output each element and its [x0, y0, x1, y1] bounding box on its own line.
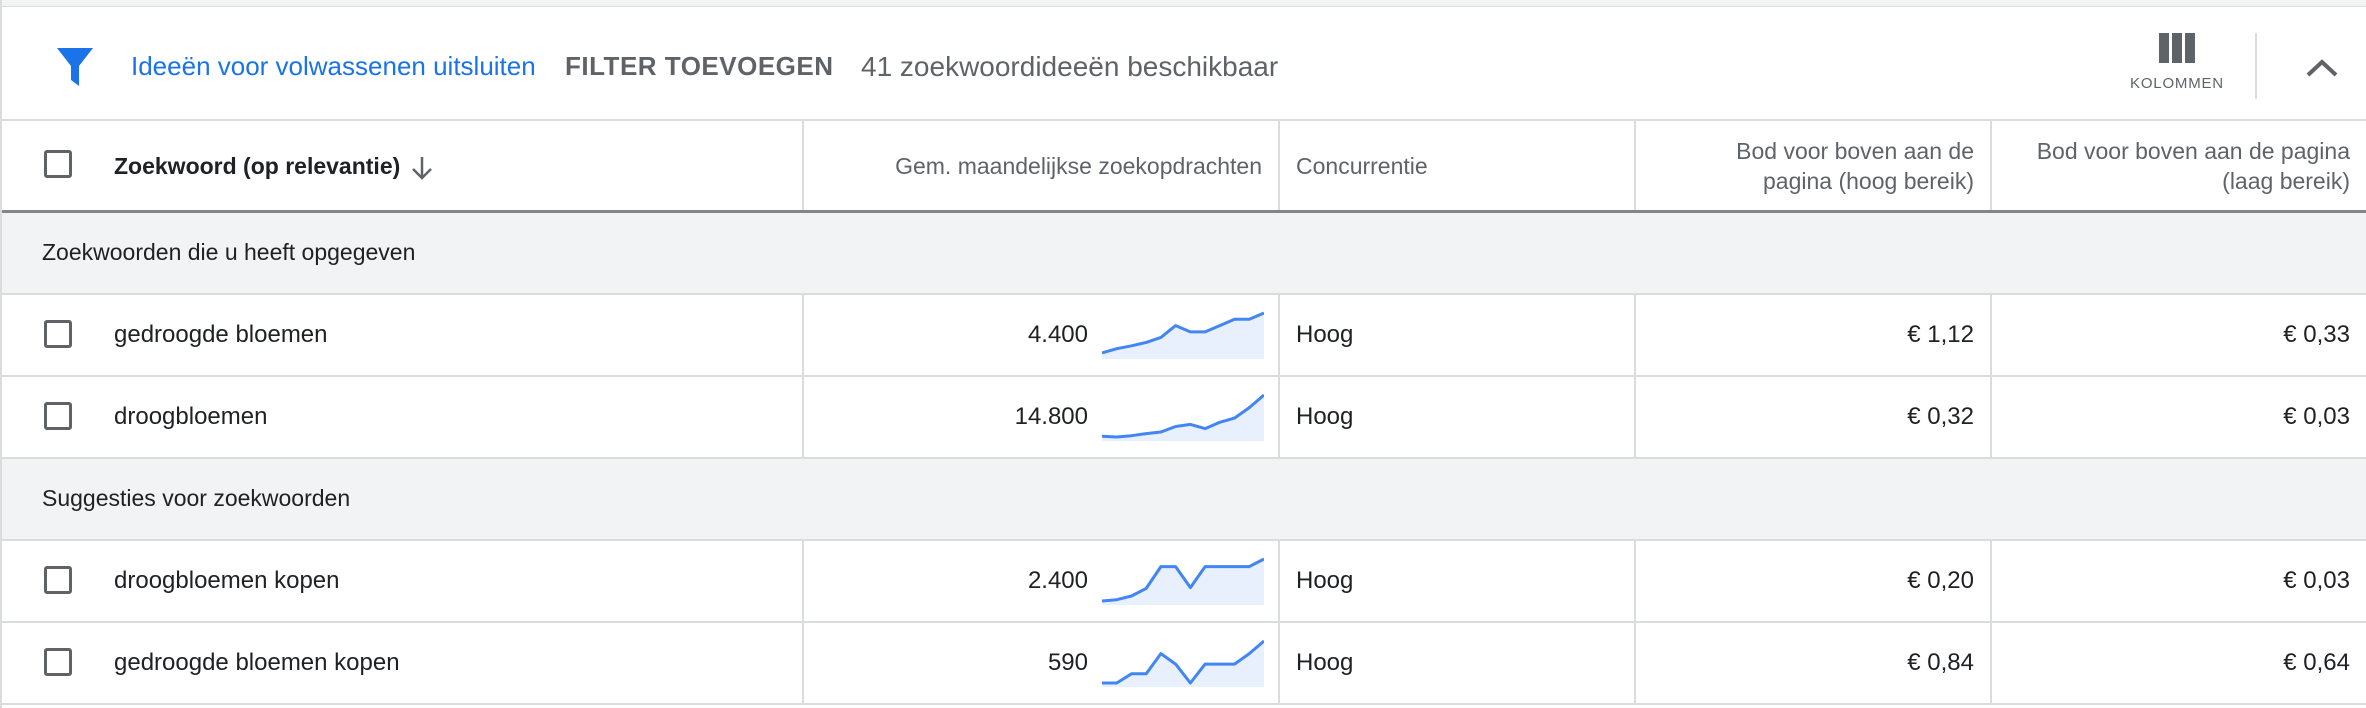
competition-cell: Hoog [1280, 541, 1636, 621]
columns-icon [2159, 33, 2195, 63]
table-row: droogbloemen kopen 2.400 Hoog € 0,20 € 0… [2, 541, 2366, 623]
trend-sparkline [1102, 311, 1264, 359]
keyword-text: droogbloemen [114, 403, 268, 430]
group-label: Suggesties voor zoekwoorden [42, 485, 351, 511]
bid-high-range-cell: € 0,84 [1636, 623, 1992, 703]
bid-high-range-value: € 0,20 [1907, 567, 1974, 594]
keyword-cell: gedroogde bloemen kopen [2, 623, 804, 703]
header-searches[interactable]: Gem. maandelijkse zoekopdrachten [804, 121, 1280, 210]
bid-low-range-cell: € 0,33 [1992, 295, 2366, 375]
bid-high-range-cell: € 1,12 [1636, 295, 1992, 375]
header-keyword: Zoekwoord (op relevantie) [2, 121, 804, 210]
top-divider [0, 0, 2366, 7]
competition-cell: Hoog [1280, 623, 1636, 703]
searches-cell: 4.400 [804, 295, 1280, 375]
bid-high-title-line1: Bod voor boven aan de [1736, 138, 1974, 164]
select-all-checkbox[interactable] [44, 150, 72, 178]
bid-low-range-cell: € 0,64 [1992, 623, 2366, 703]
row-checkbox[interactable] [44, 320, 72, 348]
keyword-cell: droogbloemen [2, 377, 804, 457]
competition-value: Hoog [1296, 567, 1354, 594]
header-bid-high-range[interactable]: Bod voor boven aan de pagina (hoog berei… [1636, 121, 1992, 210]
monthly-searches: 4.400 [1027, 321, 1088, 348]
keyword-column-title[interactable]: Zoekwoord (op relevantie) [114, 153, 400, 180]
bid-high-range-cell: € 0,32 [1636, 377, 1992, 457]
bid-low-title-line2: (laag bereik) [2222, 168, 2350, 194]
competition-value: Hoog [1296, 403, 1354, 430]
bid-low-range-value: € 0,03 [2283, 567, 2350, 594]
exclude-adult-ideas-link[interactable]: Ideeën voor volwassenen uitsluiten [131, 51, 536, 82]
columns-label: KOLOMMEN [2130, 75, 2224, 92]
sparkline-area [1102, 641, 1264, 687]
row-checkbox[interactable] [44, 566, 72, 594]
competition-cell: Hoog [1280, 295, 1636, 375]
bid-high-range-value: € 0,84 [1907, 649, 1974, 676]
row-checkbox[interactable] [44, 648, 72, 676]
table-row: gedroogde bloemen kopen 590 Hoog € 0,84 … [2, 623, 2366, 705]
arrow-down-icon[interactable] [410, 155, 434, 181]
searches-cell: 14.800 [804, 377, 1280, 457]
keyword-planner-panel: Ideeën voor volwassenen uitsluiten FILTE… [0, 0, 2366, 708]
bid-low-range-value: € 0,03 [2283, 403, 2350, 430]
searches-cell: 2.400 [804, 541, 1280, 621]
available-ideas-count: 41 zoekwoordideeën beschikbaar [861, 51, 1279, 82]
bid-low-range-cell: € 0,03 [1992, 377, 2366, 457]
toolbar-divider [2255, 33, 2257, 99]
searches-column-title: Gem. maandelijkse zoekopdrachten [895, 153, 1262, 179]
filter-icon[interactable] [56, 47, 94, 89]
chevron-up-icon[interactable] [2300, 53, 2344, 83]
bid-low-range-cell: € 0,03 [1992, 541, 2366, 621]
searches-cell: 590 [804, 623, 1280, 703]
sparkline-area [1102, 395, 1264, 441]
header-competition[interactable]: Concurrentie [1280, 121, 1636, 210]
trend-sparkline [1102, 639, 1264, 687]
keyword-text: gedroogde bloemen kopen [114, 649, 400, 676]
filter-toolbar: Ideeën voor volwassenen uitsluiten FILTE… [2, 7, 2366, 121]
competition-cell: Hoog [1280, 377, 1636, 457]
keyword-text: droogbloemen kopen [114, 567, 340, 594]
add-filter-button[interactable]: FILTER TOEVOEGEN [565, 51, 834, 82]
keyword-cell: droogbloemen kopen [2, 541, 804, 621]
keyword-text: gedroogde bloemen [114, 321, 328, 348]
columns-button[interactable]: KOLOMMEN [2122, 33, 2232, 113]
bid-high-range-value: € 1,12 [1907, 321, 1974, 348]
bid-high-title-line2: pagina (hoog bereik) [1763, 168, 1974, 194]
bid-low-range-value: € 0,64 [2283, 649, 2350, 676]
monthly-searches: 2.400 [1027, 567, 1088, 594]
table-row: gedroogde bloemen 4.400 Hoog € 1,12 € 0,… [2, 295, 2366, 377]
bid-high-range-value: € 0,32 [1907, 403, 1974, 430]
group-header: Zoekwoorden die u heeft opgegeven [2, 213, 2366, 295]
competition-value: Hoog [1296, 649, 1354, 676]
group-label: Zoekwoorden die u heeft opgegeven [42, 239, 416, 265]
bid-high-range-cell: € 0,20 [1636, 541, 1992, 621]
group-header: Suggesties voor zoekwoorden [2, 459, 2366, 541]
table-header: Zoekwoord (op relevantie) Gem. maandelij… [2, 121, 2366, 213]
competition-value: Hoog [1296, 321, 1354, 348]
bid-low-title-line1: Bod voor boven aan de pagina [2036, 138, 2350, 164]
bid-low-range-value: € 0,33 [2283, 321, 2350, 348]
trend-sparkline [1102, 557, 1264, 605]
keyword-cell: gedroogde bloemen [2, 295, 804, 375]
trend-sparkline [1102, 393, 1264, 441]
monthly-searches: 590 [1047, 649, 1088, 676]
competition-column-title: Concurrentie [1296, 153, 1428, 179]
row-checkbox[interactable] [44, 402, 72, 430]
table-row: droogbloemen 14.800 Hoog € 0,32 € 0,03 [2, 377, 2366, 459]
header-bid-low-range[interactable]: Bod voor boven aan de pagina (laag berei… [1992, 121, 2366, 210]
monthly-searches: 14.800 [1014, 403, 1088, 430]
